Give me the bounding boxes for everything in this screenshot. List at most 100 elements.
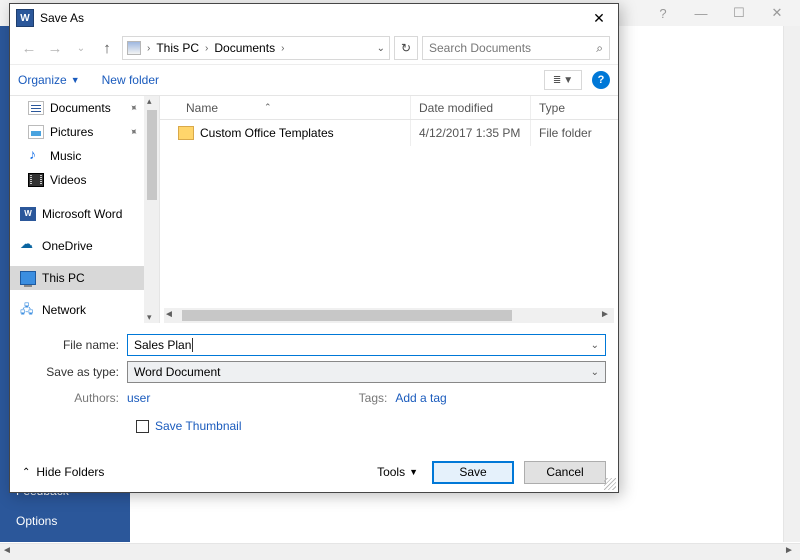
view-mode-button[interactable]: ≣ ▼ [544, 70, 582, 90]
organize-menu[interactable]: Organize ▼ [18, 73, 80, 87]
save-form: File name: Sales Plan ⌄ Save as type: Wo… [10, 323, 618, 441]
checkbox-label: Save Thumbnail [155, 419, 242, 433]
chevron-down-icon[interactable]: ⌄ [591, 367, 599, 378]
nav-up-icon[interactable]: ↑ [96, 37, 118, 59]
scroll-up-icon[interactable]: ▴ [147, 96, 152, 107]
tree-label: This PC [42, 271, 85, 285]
scrollbar-thumb[interactable] [147, 110, 157, 200]
tree-item-onedrive[interactable]: ☁ OneDrive [10, 234, 159, 258]
scroll-left-icon[interactable]: ◄ [164, 309, 178, 323]
recent-dropdown-icon[interactable]: ⌄ [70, 37, 92, 59]
app-horizontal-scrollbar[interactable]: ◄ ► [0, 543, 800, 560]
savetype-dropdown[interactable]: Word Document ⌄ [127, 361, 606, 383]
tree-scrollbar[interactable]: ▴ ▾ [144, 96, 159, 323]
save-as-dialog: W Save As ✕ ← → ⌄ ↑ › This PC › Document… [9, 3, 619, 493]
filelist-horizontal-scrollbar[interactable]: ◄ ► [164, 308, 614, 323]
dialog-footer: ⌃ Hide Folders Tools ▼ Save Cancel [10, 452, 618, 492]
pc-icon [20, 271, 36, 285]
filename-input[interactable]: Sales Plan ⌄ [127, 334, 606, 356]
file-list-header: Name ⌃ Date modified Type [160, 96, 618, 120]
scroll-down-icon[interactable]: ▾ [147, 312, 152, 323]
pin-icon[interactable]: ✦ [126, 125, 139, 139]
new-folder-button[interactable]: New folder [102, 73, 159, 87]
save-button[interactable]: Save [432, 461, 514, 484]
tree-label: Videos [50, 173, 86, 187]
breadcrumb-root[interactable]: This PC [156, 41, 199, 55]
folder-icon [178, 126, 194, 140]
app-vertical-scrollbar[interactable] [783, 26, 800, 542]
column-name[interactable]: Name ⌃ [160, 101, 410, 115]
file-type: File folder [530, 120, 618, 146]
scroll-right-icon[interactable]: ► [600, 309, 614, 323]
nav-forward-icon[interactable]: → [44, 37, 66, 59]
close-window-icon[interactable]: ✕ [758, 2, 796, 24]
nav-toolbar: ← → ⌄ ↑ › This PC › Documents › ⌄ ↻ Sear… [10, 32, 618, 64]
tree-label: Pictures [50, 125, 93, 139]
authors-label: Authors: [22, 391, 127, 405]
tools-label: Tools [377, 465, 405, 479]
chevron-right-icon[interactable]: › [205, 43, 208, 54]
file-date: 4/12/2017 1:35 PM [410, 120, 530, 146]
dialog-title: Save As [40, 11, 584, 25]
cancel-button[interactable]: Cancel [524, 461, 606, 484]
scrollbar-thumb[interactable] [182, 310, 512, 321]
refresh-icon[interactable]: ↻ [394, 36, 418, 60]
chevron-right-icon[interactable]: › [281, 43, 284, 54]
checkbox-icon[interactable] [136, 420, 149, 433]
tree-item-thispc[interactable]: This PC [10, 266, 159, 290]
save-thumbnail-checkbox[interactable]: Save Thumbnail [136, 419, 606, 433]
tree-item-word[interactable]: W Microsoft Word [10, 202, 159, 226]
file-name: Custom Office Templates [200, 126, 334, 140]
authors-value[interactable]: user [127, 391, 150, 405]
tools-menu[interactable]: Tools ▼ [377, 465, 418, 479]
chevron-up-icon: ⌃ [22, 467, 30, 478]
breadcrumb-folder[interactable]: Documents [214, 41, 275, 55]
tree-item-videos[interactable]: Videos [10, 168, 159, 192]
nav-back-icon[interactable]: ← [18, 37, 40, 59]
hide-folders-label: Hide Folders [36, 465, 104, 479]
scroll-left-icon[interactable]: ◄ [2, 545, 16, 559]
savetype-label: Save as type: [22, 365, 127, 379]
tree-label: Documents [50, 101, 111, 115]
column-type[interactable]: Type [530, 96, 618, 119]
help-icon[interactable]: ? [592, 71, 610, 89]
search-icon[interactable]: ⌕ [596, 41, 603, 56]
dialog-close-icon[interactable]: ✕ [584, 8, 614, 28]
tree-item-network[interactable]: 🖧 Network [10, 298, 159, 322]
help-icon[interactable]: ? [644, 2, 682, 24]
column-date[interactable]: Date modified [410, 96, 530, 119]
minimize-icon[interactable]: — [682, 2, 720, 24]
sidebar-options[interactable]: Options [0, 506, 130, 536]
tags-value[interactable]: Add a tag [395, 391, 446, 405]
address-dropdown-icon[interactable]: ⌄ [377, 43, 385, 54]
filename-value: Sales Plan [134, 338, 193, 352]
file-row[interactable]: Custom Office Templates 4/12/2017 1:35 P… [160, 120, 618, 146]
hide-folders-toggle[interactable]: ⌃ Hide Folders [22, 465, 104, 479]
tree-label: OneDrive [42, 239, 93, 253]
address-breadcrumb[interactable]: › This PC › Documents › ⌄ [122, 36, 390, 60]
chevron-right-icon[interactable]: › [147, 43, 150, 54]
tree-label: Network [42, 303, 86, 317]
tree-item-music[interactable]: Music [10, 144, 159, 168]
tree-item-documents[interactable]: Documents ✦ [10, 96, 159, 120]
scroll-right-icon[interactable]: ► [784, 545, 798, 559]
nav-tree: Documents ✦ Pictures ✦ Music Videos W Mi… [10, 96, 160, 323]
chevron-down-icon[interactable]: ⌄ [591, 340, 599, 351]
tree-label: Music [50, 149, 81, 163]
maximize-icon[interactable]: ☐ [720, 2, 758, 24]
word-icon: W [20, 207, 36, 221]
file-list: Name ⌃ Date modified Type Custom Office … [160, 96, 618, 323]
dialog-titlebar: W Save As ✕ [10, 4, 618, 32]
chevron-down-icon: ▼ [563, 75, 573, 86]
onedrive-icon: ☁ [20, 239, 36, 253]
filename-label: File name: [22, 338, 127, 352]
tags-label: Tags: [290, 391, 395, 405]
organize-toolbar: Organize ▼ New folder ≣ ▼ ? [10, 64, 618, 96]
documents-icon [28, 101, 44, 115]
search-input[interactable]: Search Documents ⌕ [422, 36, 610, 60]
word-app-icon: W [16, 9, 34, 27]
resize-grip-icon[interactable] [604, 478, 616, 490]
tree-item-pictures[interactable]: Pictures ✦ [10, 120, 159, 144]
sort-indicator-icon: ⌃ [264, 102, 272, 113]
pin-icon[interactable]: ✦ [126, 101, 139, 115]
